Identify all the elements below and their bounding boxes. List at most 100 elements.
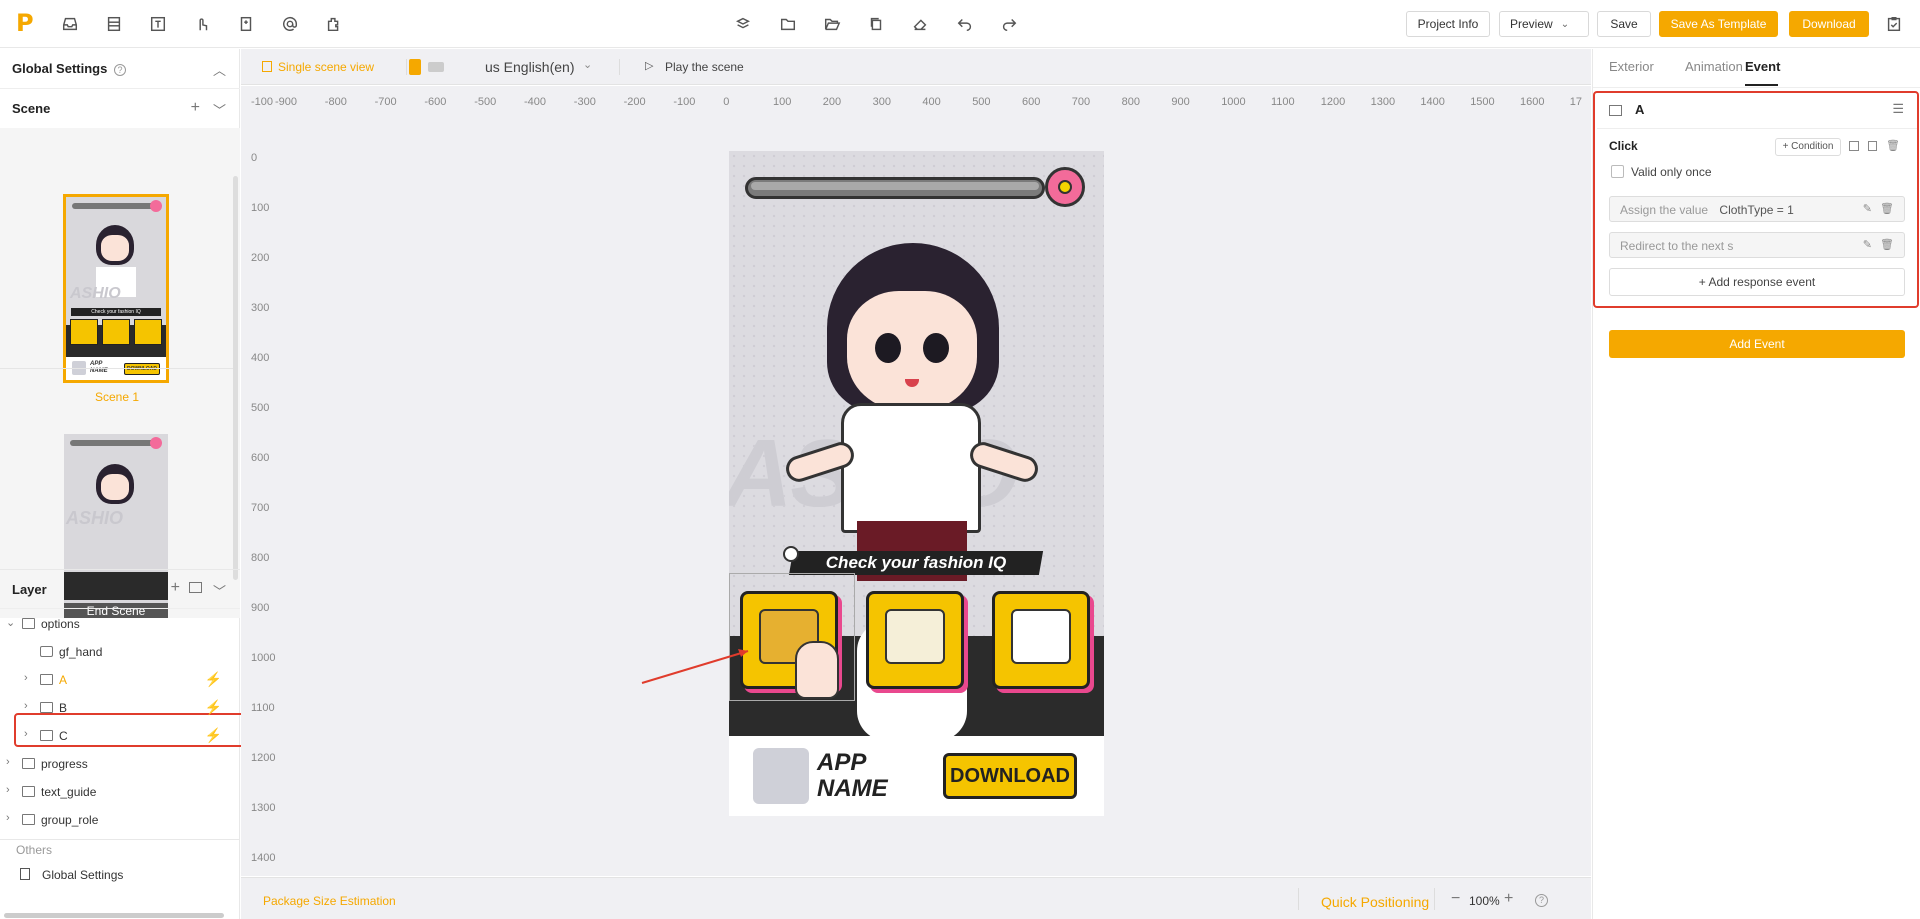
folder-icon bbox=[22, 814, 35, 825]
gesture-icon[interactable] bbox=[190, 12, 214, 36]
add-response-event-button[interactable]: + Add response event bbox=[1609, 268, 1905, 296]
inbox-icon[interactable] bbox=[58, 12, 82, 36]
add-layer-icon[interactable]: + bbox=[171, 579, 180, 597]
global-settings-title: Global Settings bbox=[12, 61, 108, 76]
layer-row-progress[interactable]: › progress bbox=[0, 750, 238, 778]
project-info-button[interactable]: Project Info bbox=[1406, 11, 1490, 37]
layer-row-gf-hand[interactable]: gf_hand bbox=[0, 638, 238, 666]
divider bbox=[1597, 128, 1917, 129]
portrait-orientation-button[interactable] bbox=[409, 59, 421, 75]
others-global-settings[interactable]: Global Settings bbox=[0, 861, 240, 887]
layer-header: Layer + ﹀ bbox=[0, 569, 240, 609]
left-hscrollbar[interactable] bbox=[4, 913, 224, 918]
redirect-action[interactable]: Redirect to the next s ✎ 🗑 bbox=[1609, 232, 1905, 258]
folder-icon bbox=[1609, 105, 1622, 116]
quick-positioning-button[interactable]: Quick Positioning bbox=[1321, 894, 1429, 910]
folder-icon bbox=[40, 702, 53, 713]
flower-icon bbox=[1045, 167, 1085, 207]
progress-icon[interactable] bbox=[234, 12, 258, 36]
zoom-in-button[interactable]: + bbox=[1504, 890, 1513, 908]
help-icon[interactable]: ? bbox=[113, 64, 126, 76]
layer-row-group-role[interactable]: › group_role bbox=[0, 806, 238, 834]
ruler-tick-label: -100 bbox=[251, 96, 274, 108]
undo-icon[interactable] bbox=[953, 12, 977, 36]
layer-row-c[interactable]: › C ⚡ bbox=[0, 722, 238, 750]
ruler-tick-label: 300 bbox=[872, 96, 891, 108]
delete-icon[interactable]: 🗑 bbox=[1880, 238, 1894, 251]
plugin-icon[interactable] bbox=[322, 12, 346, 36]
copy-icon[interactable] bbox=[1868, 141, 1877, 151]
eraser-icon[interactable] bbox=[908, 12, 932, 36]
folder-open-icon[interactable] bbox=[820, 12, 844, 36]
scene-item-1[interactable]: ASHIO Check your fashion IQ APP NAME DOW… bbox=[0, 128, 234, 404]
copy-icon[interactable] bbox=[864, 12, 888, 36]
chevron-right-icon[interactable]: › bbox=[6, 756, 10, 768]
layout-icon[interactable] bbox=[102, 12, 126, 36]
folder-icon[interactable] bbox=[776, 12, 800, 36]
chevron-up-icon[interactable]: ︿ bbox=[213, 60, 226, 79]
assign-label: Assign the value bbox=[1620, 203, 1709, 217]
settings-sliders-icon[interactable]: ☰ bbox=[1892, 101, 1904, 117]
assign-value-action[interactable]: Assign the value ClothType = 1 ✎ 🗑 bbox=[1609, 196, 1905, 222]
text-icon[interactable] bbox=[146, 12, 170, 36]
chevron-right-icon[interactable]: › bbox=[6, 812, 10, 824]
edit-icon[interactable]: ✎ bbox=[1863, 238, 1872, 251]
add-condition-button[interactable]: + Condition bbox=[1775, 138, 1841, 156]
save-button[interactable]: Save bbox=[1597, 11, 1651, 37]
play-icon[interactable]: ▷ bbox=[645, 59, 653, 72]
global-settings-header[interactable]: Global Settings ? ︿ bbox=[0, 49, 240, 89]
save-as-template-button[interactable]: Save As Template bbox=[1659, 11, 1778, 37]
tab-exterior[interactable]: Exterior bbox=[1609, 59, 1654, 74]
add-event-button[interactable]: Add Event bbox=[1609, 330, 1905, 358]
zoom-out-button[interactable]: − bbox=[1451, 890, 1460, 908]
annotation-arrow bbox=[641, 649, 749, 684]
valid-once-checkbox[interactable] bbox=[1611, 165, 1624, 178]
package-size-link[interactable]: Package Size Estimation bbox=[263, 894, 396, 908]
ruler-tick-label: 1500 bbox=[1470, 96, 1495, 108]
ruler-tick-label: 1100 bbox=[251, 702, 275, 714]
clipboard-check-icon[interactable] bbox=[1882, 12, 1906, 36]
layer-row-a[interactable]: › A ⚡ bbox=[0, 666, 238, 694]
add-folder-icon[interactable] bbox=[189, 582, 202, 593]
preview-dropdown[interactable]: Preview ⌄ bbox=[1499, 11, 1589, 37]
delete-icon[interactable]: 🗑 bbox=[1880, 202, 1894, 215]
thumb-check-label: Check your fashion IQ bbox=[71, 308, 161, 316]
rotate-handle-icon[interactable] bbox=[783, 546, 799, 562]
chevron-right-icon[interactable]: › bbox=[24, 700, 28, 712]
ruler-tick-label: 1400 bbox=[1420, 96, 1445, 108]
toggle-icon[interactable] bbox=[1849, 141, 1859, 151]
at-icon[interactable] bbox=[278, 12, 302, 36]
redo-icon[interactable] bbox=[997, 12, 1021, 36]
tab-event[interactable]: Event bbox=[1745, 59, 1780, 74]
ruler-tick-label: 900 bbox=[1171, 96, 1190, 108]
zoom-level: 100% bbox=[1469, 894, 1500, 908]
layer-row-b[interactable]: › B ⚡ bbox=[0, 694, 238, 722]
chevron-down-icon[interactable]: ⌄ bbox=[6, 616, 15, 629]
tab-animation[interactable]: Animation bbox=[1685, 59, 1743, 74]
add-scene-icon[interactable]: + bbox=[191, 99, 200, 117]
single-scene-view-toggle[interactable]: Single scene view bbox=[278, 60, 374, 74]
help-icon[interactable]: ? bbox=[1535, 894, 1548, 907]
layer-row-text-guide[interactable]: › text_guide bbox=[0, 778, 238, 806]
play-scene-button[interactable]: Play the scene bbox=[665, 60, 744, 74]
scene-1-thumbnail[interactable]: ASHIO Check your fashion IQ APP NAME DOW… bbox=[63, 194, 169, 383]
chevron-right-icon[interactable]: › bbox=[24, 728, 28, 740]
vertical-ruler: 0 100 200 300 400 500 600 700 800 900 1000 1100 1200… bbox=[241, 112, 275, 876]
chevron-right-icon[interactable]: › bbox=[24, 672, 28, 684]
scene-scrollbar[interactable] bbox=[233, 176, 238, 580]
download-cta[interactable]: DOWNLOAD bbox=[943, 753, 1077, 799]
landscape-orientation-button[interactable] bbox=[428, 62, 444, 72]
valid-once-label: Valid only once bbox=[1631, 165, 1712, 179]
preview-label: Preview bbox=[1510, 17, 1553, 31]
edit-icon[interactable]: ✎ bbox=[1863, 202, 1872, 215]
download-button[interactable]: Download bbox=[1789, 11, 1869, 37]
chevron-down-icon[interactable]: ﹀ bbox=[213, 100, 226, 119]
layers-icon[interactable] bbox=[731, 12, 755, 36]
ruler-tick-label: -700 bbox=[374, 96, 397, 108]
delete-icon[interactable]: 🗑 bbox=[1886, 139, 1900, 152]
layer-row-options[interactable]: ⌄ options bbox=[0, 610, 238, 638]
chevron-right-icon[interactable]: › bbox=[6, 784, 10, 796]
language-select[interactable]: us English(en) bbox=[485, 59, 575, 75]
scene-preview[interactable]: ASHIO Check your fashion IQ APP NAME DOW… bbox=[729, 151, 1104, 816]
chevron-down-icon[interactable]: ﹀ bbox=[213, 581, 226, 600]
